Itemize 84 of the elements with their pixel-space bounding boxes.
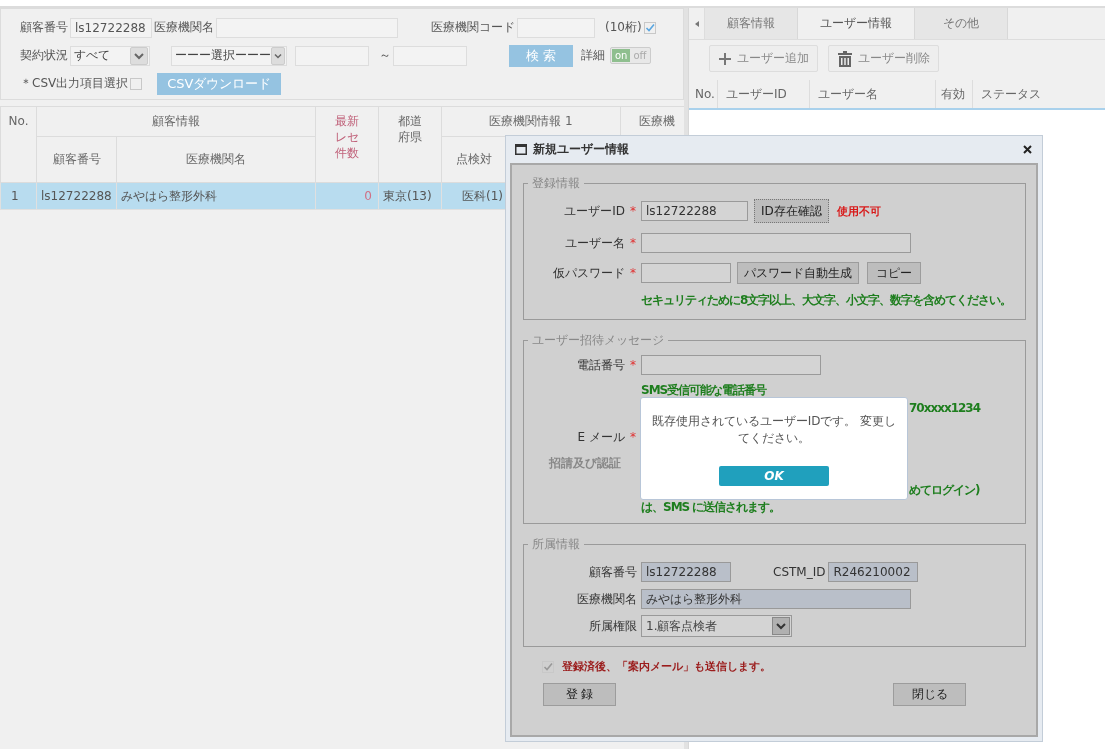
trash-icon xyxy=(837,50,853,67)
field-label: 契約状況 xyxy=(20,47,68,64)
hint-text: めてログイン) xyxy=(909,482,980,499)
window-icon xyxy=(515,144,527,155)
field-label: 顧客番号 xyxy=(20,19,68,36)
input-field[interactable] xyxy=(641,233,911,253)
digits-note: (10桁) xyxy=(605,19,642,36)
close-button[interactable]: 閉じる xyxy=(893,683,966,706)
field-label: 招請及び認証 xyxy=(549,455,621,472)
table-cell: 0 xyxy=(364,189,372,203)
hint-text: は、SMS に送信されます。 xyxy=(641,499,781,516)
column-header: 医療機関名 xyxy=(186,151,246,168)
left-triangle-icon xyxy=(694,20,699,27)
alert-message: 既存使用されているユーザーIDです。 変更してください。 xyxy=(650,413,898,447)
caret-icon xyxy=(772,617,790,635)
column-header: No. xyxy=(8,113,29,130)
column-header: 最新レセ件数 xyxy=(334,113,360,162)
section-legend: ユーザー招待メッセージ xyxy=(528,332,668,349)
field-label: 医療機関名 xyxy=(154,19,214,36)
hint-text: SMS受信可能な電話番号 xyxy=(641,382,767,399)
column-header: 医療機関情報 1 xyxy=(489,113,573,130)
table-cell: みやはら整形外科 xyxy=(121,188,217,203)
column-header: ステータス xyxy=(980,85,1041,103)
field-label: CSTM_ID xyxy=(773,565,826,579)
caret-icon xyxy=(271,46,285,65)
column-header: No. xyxy=(689,80,718,108)
column-header: 都道府県 xyxy=(397,113,423,146)
tab[interactable]: その他 xyxy=(915,8,1008,39)
checked-checkbox-icon[interactable] xyxy=(542,660,554,673)
section-legend: 登録情報 xyxy=(528,175,584,192)
required-mark: * xyxy=(629,430,637,444)
caret-icon xyxy=(130,46,148,65)
hint-text: 70xxxx1234 xyxy=(909,400,981,415)
tab[interactable]: 顧客情報 xyxy=(705,8,798,39)
register-button[interactable]: 登 録 xyxy=(543,683,616,706)
table-cell: ls12722288 xyxy=(41,189,112,203)
column-header: 顧客情報 xyxy=(152,113,200,130)
table-cell: 医科(1) xyxy=(462,188,503,203)
table-cell: 1 xyxy=(11,189,19,203)
field-label: E メール xyxy=(576,428,625,446)
column-header: 医療機 xyxy=(639,113,675,130)
checkbox-icon[interactable] xyxy=(130,77,143,90)
generate-button[interactable]: パスワード自動生成 xyxy=(737,262,859,284)
contract-select[interactable]: すべて xyxy=(70,45,150,66)
password-field[interactable] xyxy=(641,263,731,283)
required-mark: * xyxy=(629,204,637,218)
column-header: 点検対 xyxy=(456,151,492,168)
dialog-title: 新規ユーザー情報 xyxy=(533,141,630,158)
column-header: ユーザーID xyxy=(718,80,810,108)
required-mark: * xyxy=(629,236,637,250)
checked-checkbox-icon[interactable] xyxy=(643,21,656,34)
field-label: ユーザーID xyxy=(563,202,625,220)
range-separator: ～ xyxy=(379,47,391,64)
input-field[interactable]: ls12722288 xyxy=(70,17,152,38)
copy-button[interactable]: コピー xyxy=(867,262,921,284)
field-label: 医療機関名 xyxy=(576,590,638,608)
required-mark: * xyxy=(629,358,637,372)
status-text: 使用不可 xyxy=(836,203,881,219)
plus-icon xyxy=(718,51,732,66)
field-label: 電話番号 xyxy=(576,356,625,374)
table-cell: 東京(13) xyxy=(383,188,432,203)
input-field[interactable]: ls12722288 xyxy=(641,201,748,221)
filter-select[interactable]: ーーー選択ーーー xyxy=(171,45,287,66)
role-select[interactable]: 1.顧客点検者 xyxy=(641,615,792,637)
field-label: ユーザー名 xyxy=(564,234,625,252)
readonly-field[interactable]: ls12722288 xyxy=(641,562,731,582)
field-label: 顧客番号 xyxy=(588,563,638,581)
phone-field[interactable] xyxy=(641,355,821,375)
column-header: 有効 xyxy=(936,80,973,108)
id-check-button[interactable]: ID存在確認 xyxy=(754,199,829,223)
readonly-field[interactable]: R246210002 xyxy=(828,562,919,582)
readonly-field[interactable]: みやはら整形外科 xyxy=(641,589,911,609)
hint-text: セキュリティために8文字以上、大文字、小文字、数字を含めてください。 xyxy=(641,292,1012,309)
field-label: ＊CSV出力項目選択 xyxy=(20,75,129,92)
field-label: 所属権限 xyxy=(588,617,638,635)
column-header: 顧客番号 xyxy=(52,151,101,168)
field-label: 仮パスワード xyxy=(552,264,625,282)
option-text: 登録済後、「案内メール」も送信します。 xyxy=(562,659,771,674)
field-label: 医療機関コード xyxy=(431,19,515,36)
required-mark: * xyxy=(629,266,637,280)
field-label: 詳細 xyxy=(581,47,605,64)
close-icon[interactable] xyxy=(1023,145,1032,154)
column-header: ユーザー名 xyxy=(810,80,936,108)
section-legend: 所属情報 xyxy=(528,536,584,553)
